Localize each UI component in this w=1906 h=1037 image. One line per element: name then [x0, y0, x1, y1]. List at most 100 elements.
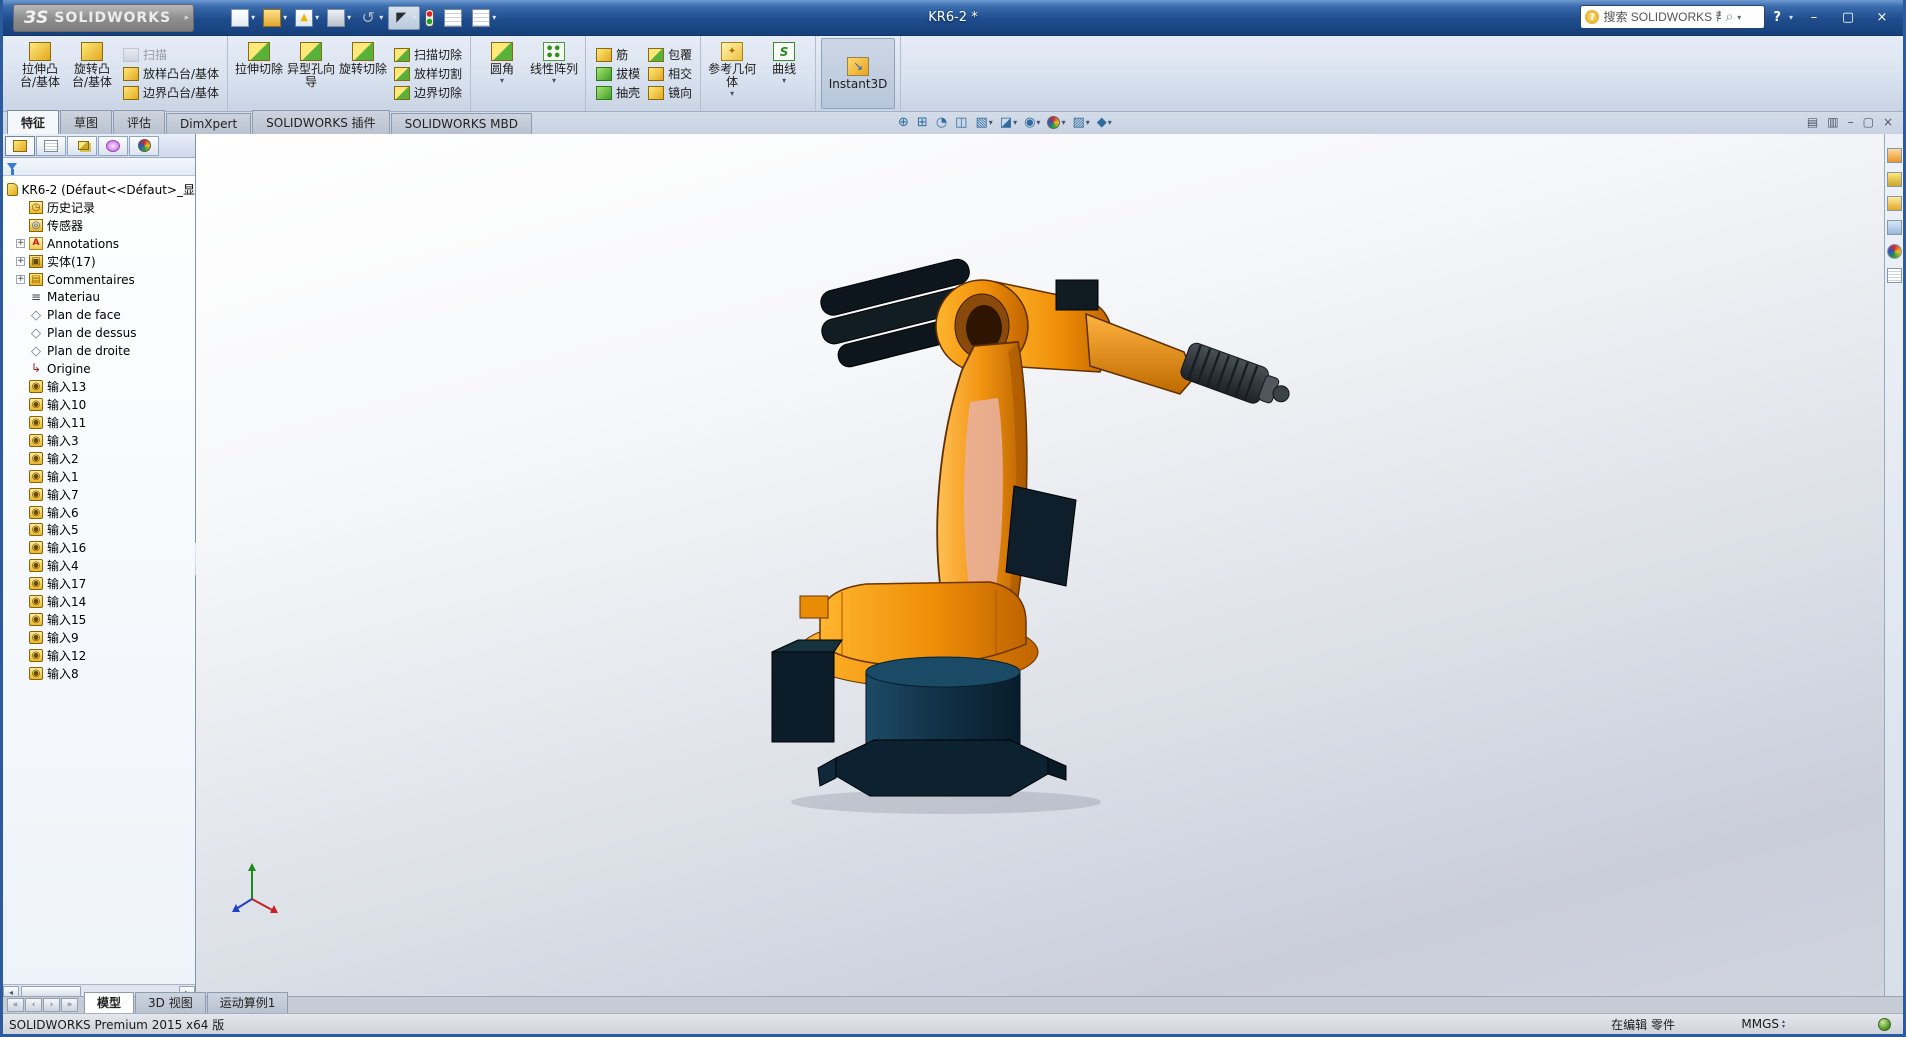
- help-dropdown-caret-icon[interactable]: ▾: [1789, 13, 1793, 22]
- apply-scene-button[interactable]: ▨ ▾: [1070, 114, 1091, 131]
- restore-button[interactable]: ▢: [1835, 10, 1861, 25]
- tree-item[interactable]: ◷ 历史记录: [16, 199, 195, 217]
- revolved-boss-base-button[interactable]: 旋转凸台/基体: [66, 38, 118, 109]
- make-drawing-button[interactable]: ▲ ▾: [292, 7, 322, 29]
- dropdown-caret-icon[interactable]: ▾: [552, 76, 556, 85]
- new-document-button[interactable]: ▾: [228, 7, 258, 29]
- dropdown-caret-icon[interactable]: ▾: [730, 89, 734, 98]
- tree-item[interactable]: ↳ Origine: [16, 360, 195, 378]
- mirror-button[interactable]: 镜向: [645, 84, 695, 101]
- tab-sketch[interactable]: 草图: [60, 110, 112, 134]
- open-button[interactable]: ▾: [260, 7, 290, 29]
- tree-item[interactable]: ◎ 传感器: [16, 217, 195, 235]
- wrap-button[interactable]: 包覆: [645, 46, 695, 63]
- tree-item[interactable]: ◉ 输入4: [16, 557, 195, 575]
- dropdown-caret-icon[interactable]: ▾: [251, 13, 255, 22]
- dropdown-caret-icon[interactable]: ▾: [1013, 118, 1017, 127]
- tree-item[interactable]: ◉ 输入2: [16, 449, 195, 467]
- draft-button[interactable]: 拔模: [593, 65, 643, 82]
- sheet-nav-button[interactable]: ‹: [25, 998, 42, 1012]
- tab-evaluate[interactable]: 评估: [113, 110, 165, 134]
- tree-item[interactable]: ◉ 输入7: [16, 485, 195, 503]
- tab-dimxpert[interactable]: DimXpert: [166, 113, 251, 134]
- doc-minimize-button[interactable]: –: [1848, 115, 1854, 129]
- help-search-box[interactable]: ? ⌕ ▾: [1580, 5, 1765, 29]
- extruded-boss-base-button[interactable]: 拉伸凸台/基体: [14, 38, 66, 109]
- hole-wizard-button[interactable]: 异型孔向导: [285, 38, 337, 109]
- graphics-viewport[interactable]: [196, 134, 1884, 999]
- custom-properties-tab[interactable]: [1887, 268, 1902, 283]
- 3d-views-tab[interactable]: 3D 视图: [135, 992, 206, 1013]
- display-style-button[interactable]: ◪ ▾: [998, 114, 1019, 131]
- select-button[interactable]: ◤ ▾: [388, 6, 420, 30]
- design-library-tab[interactable]: [1887, 172, 1902, 187]
- search-icon[interactable]: ⌕: [1725, 9, 1733, 25]
- tree-item[interactable]: ◉ 输入3: [16, 432, 195, 450]
- view-orientation-button[interactable]: ▧ ▾: [973, 114, 994, 131]
- units-selector[interactable]: MMGS ▴▾: [1741, 1017, 1785, 1031]
- swept-cut-button[interactable]: 扫描切除: [391, 46, 465, 63]
- sheet-nav-button[interactable]: »: [61, 998, 78, 1012]
- minimize-button[interactable]: –: [1801, 10, 1827, 25]
- dropdown-caret-icon[interactable]: ▾: [347, 13, 351, 22]
- reference-geometry-button[interactable]: ✦ 参考几何体 ▾: [706, 38, 758, 109]
- tree-expander[interactable]: +: [16, 239, 25, 248]
- dropdown-caret-icon[interactable]: ▾: [1086, 118, 1090, 127]
- dropdown-caret-icon[interactable]: ▾: [1061, 118, 1065, 127]
- tree-item[interactable]: ◇ Plan de dessus: [16, 324, 195, 342]
- sheet-nav-button[interactable]: «: [7, 998, 24, 1012]
- tree-item[interactable]: ◉ 输入12: [16, 646, 195, 664]
- boundary-boss-base-button[interactable]: 边界凸台/基体: [120, 84, 222, 101]
- revolved-cut-button[interactable]: 旋转切除: [337, 38, 389, 109]
- boundary-cut-button[interactable]: 边界切除: [391, 84, 465, 101]
- dropdown-caret-icon[interactable]: ▾: [412, 13, 416, 22]
- close-button[interactable]: ×: [1869, 10, 1895, 25]
- previous-view-button[interactable]: ◔: [934, 114, 950, 131]
- dropdown-caret-icon[interactable]: ▾: [379, 13, 383, 22]
- view-palette-tab[interactable]: [1887, 220, 1902, 235]
- hide-show-items-button[interactable]: ◉ ▾: [1022, 114, 1042, 131]
- linear-pattern-button[interactable]: 线性阵列 ▾: [528, 38, 580, 109]
- file-properties-button[interactable]: [441, 7, 467, 29]
- dropdown-caret-icon[interactable]: ▾: [1036, 118, 1040, 127]
- options-button[interactable]: ▾: [469, 7, 499, 29]
- dropdown-caret-icon[interactable]: ▾: [283, 13, 287, 22]
- section-view-button[interactable]: ◫: [953, 114, 970, 131]
- dropdown-caret-icon[interactable]: ▾: [500, 76, 504, 85]
- edit-appearance-button[interactable]: ▾: [1045, 115, 1067, 130]
- help-button[interactable]: ?: [1773, 10, 1781, 25]
- dropdown-caret-icon[interactable]: ▾: [782, 76, 786, 85]
- tree-item[interactable]: + ▤ Commentaires: [16, 271, 195, 289]
- tree-item[interactable]: ◉ 输入16: [16, 539, 195, 557]
- view-settings-button[interactable]: ◆ ▾: [1095, 114, 1114, 131]
- fillet-button[interactable]: 圆角 ▾: [476, 38, 528, 109]
- intersect-button[interactable]: 相交: [645, 65, 695, 82]
- solidworks-resources-tab[interactable]: [1887, 148, 1902, 163]
- robot-arm-model[interactable]: [756, 252, 1296, 822]
- tree-root-item[interactable]: KR6-2 (Défaut<<Défaut>_显: [7, 180, 195, 199]
- doc-restore-button[interactable]: ▢: [1863, 115, 1874, 129]
- menu-expand-chevron-icon[interactable]: ▸: [185, 13, 190, 23]
- rib-button[interactable]: 筋: [593, 46, 643, 63]
- motion-study-tab[interactable]: 运动算例1: [207, 992, 289, 1013]
- lofted-cut-button[interactable]: 放样切割: [391, 65, 465, 82]
- undo-button[interactable]: ↺ ▾: [356, 7, 386, 29]
- tree-item[interactable]: + ▣ 实体(17): [16, 253, 195, 271]
- tab-solidworks-mbd[interactable]: SOLIDWORKS MBD: [391, 113, 532, 134]
- tree-item[interactable]: ◉ 输入10: [16, 396, 195, 414]
- tree-item[interactable]: ◉ 输入5: [16, 521, 195, 539]
- tree-item[interactable]: ◉ 输入9: [16, 628, 195, 646]
- dimxpertmanager-tab[interactable]: [98, 136, 128, 156]
- tree-item[interactable]: + A Annotations: [16, 235, 195, 253]
- print-button[interactable]: ▾: [324, 7, 354, 29]
- model-tab[interactable]: 模型: [84, 992, 134, 1013]
- tab-solidworks-addins[interactable]: SOLIDWORKS 插件: [252, 110, 389, 134]
- tree-item[interactable]: ◉ 输入11: [16, 414, 195, 432]
- swept-boss-base-button[interactable]: 扫描: [120, 46, 222, 63]
- configurationmanager-tab[interactable]: [67, 136, 97, 156]
- tree-item[interactable]: ◉ 输入17: [16, 575, 195, 593]
- cascade-windows-icon[interactable]: ▥: [1827, 115, 1838, 129]
- propertymanager-tab[interactable]: [36, 136, 66, 156]
- curves-button[interactable]: S 曲线 ▾: [758, 38, 810, 109]
- tree-item[interactable]: ◉ 输入15: [16, 610, 195, 628]
